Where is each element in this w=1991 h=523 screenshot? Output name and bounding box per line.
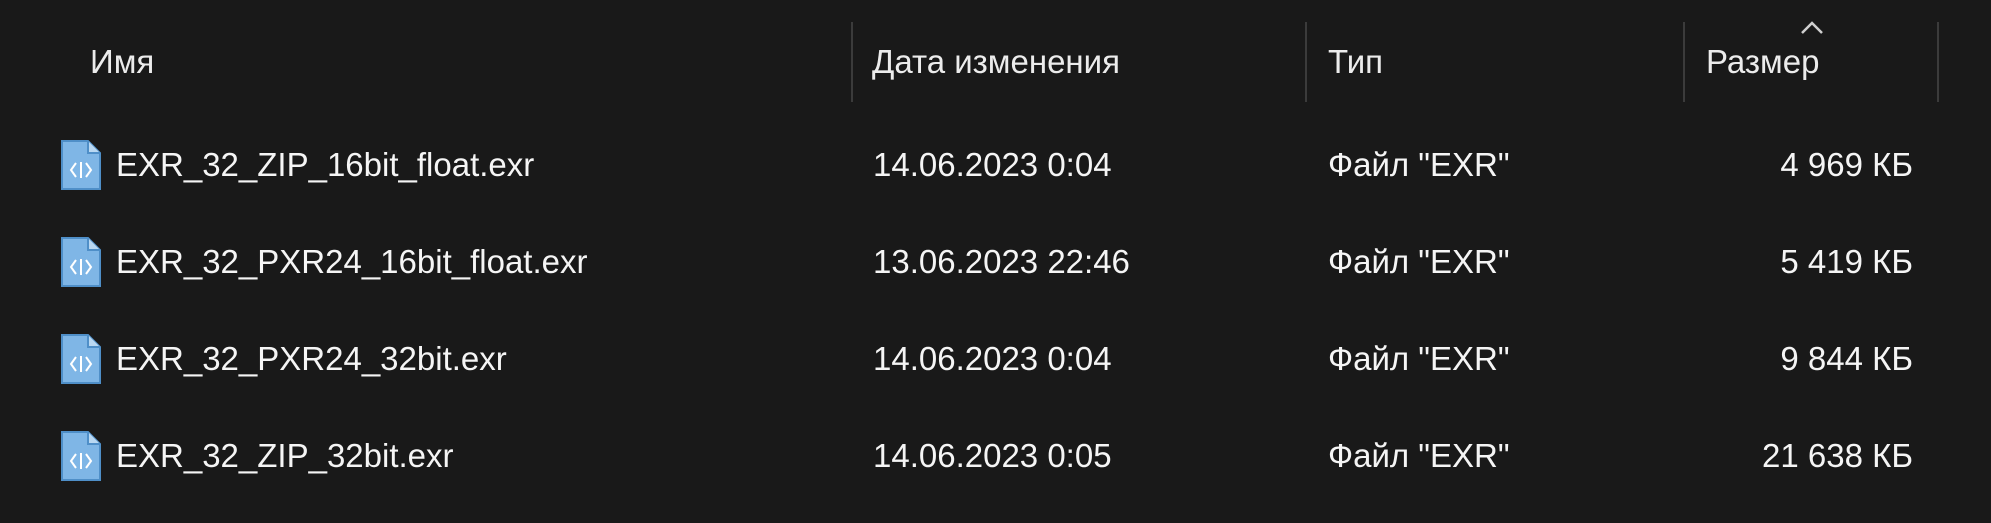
file-size: 5 419 КБ	[1780, 243, 1913, 280]
column-divider[interactable]	[1937, 22, 1939, 102]
column-header-size-label: Размер	[1706, 43, 1820, 80]
file-type: Файл "EXR"	[1328, 146, 1510, 183]
file-date: 14.06.2023 0:05	[873, 437, 1112, 474]
file-name: EXR_32_PXR24_32bit.exr	[116, 340, 507, 377]
file-date: 14.06.2023 0:04	[873, 340, 1112, 377]
column-divider[interactable]	[1305, 22, 1307, 102]
file-row[interactable]: EXR_32_ZIP_16bit_float.exr 14.06.2023 0:…	[0, 117, 1991, 213]
file-type: Файл "EXR"	[1328, 340, 1510, 377]
column-header-size[interactable]: Размер	[1706, 22, 1936, 102]
column-header-date[interactable]: Дата изменения	[872, 22, 1302, 102]
file-list-view: Имя Дата изменения Тип Размер EXR_32_ZIP…	[0, 0, 1991, 523]
column-header-type-label: Тип	[1328, 43, 1384, 80]
exr-file-icon	[61, 431, 101, 481]
file-row[interactable]: EXR_32_PXR24_16bit_float.exr 13.06.2023 …	[0, 214, 1991, 310]
file-date: 13.06.2023 22:46	[873, 243, 1130, 280]
column-header-name-label: Имя	[90, 43, 155, 80]
column-divider[interactable]	[1683, 22, 1685, 102]
column-header-date-label: Дата изменения	[872, 43, 1120, 80]
exr-file-icon	[61, 140, 101, 190]
column-divider[interactable]	[851, 22, 853, 102]
exr-file-icon	[61, 334, 101, 384]
file-type: Файл "EXR"	[1328, 437, 1510, 474]
file-row[interactable]: EXR_32_PXR24_32bit.exr 14.06.2023 0:04 Ф…	[0, 311, 1991, 407]
column-header-name[interactable]: Имя	[90, 22, 850, 102]
file-type: Файл "EXR"	[1328, 243, 1510, 280]
exr-file-icon	[61, 237, 101, 287]
column-header-type[interactable]: Тип	[1328, 22, 1678, 102]
file-size: 9 844 КБ	[1780, 340, 1913, 377]
file-date: 14.06.2023 0:04	[873, 146, 1112, 183]
file-name: EXR_32_PXR24_16bit_float.exr	[116, 243, 588, 280]
file-row[interactable]: EXR_32_ZIP_32bit.exr 14.06.2023 0:05 Фай…	[0, 408, 1991, 504]
file-name: EXR_32_ZIP_16bit_float.exr	[116, 146, 535, 183]
file-size: 4 969 КБ	[1780, 146, 1913, 183]
file-size: 21 638 КБ	[1762, 437, 1913, 474]
file-name: EXR_32_ZIP_32bit.exr	[116, 437, 454, 474]
column-header-row: Имя Дата изменения Тип Размер	[0, 0, 1991, 110]
